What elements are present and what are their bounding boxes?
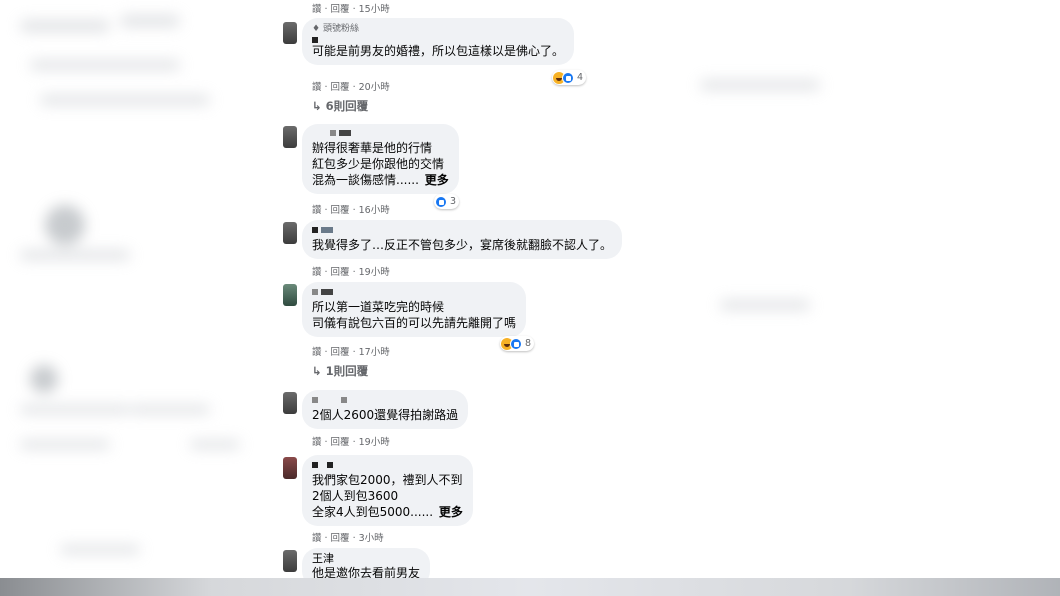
comment-text: 可能是前男友的婚禮，所以包這樣以是佛心了。 — [312, 44, 565, 58]
comment-bubble: 我覺得多了…反正不管包多少，宴席後就翻臉不認人了。 — [302, 220, 623, 259]
comment-feed: 讚 · 回覆 · 15小時 ♦ 頭號粉絲 可能是前男友的婚禮，所以包這樣以是佛心… — [280, 0, 660, 578]
like-icon — [435, 195, 447, 208]
top-fan-badge: ♦ 頭號粉絲 — [312, 24, 359, 34]
see-more-link[interactable]: 更多 — [439, 505, 463, 519]
comment-text: 全家4人到包5000...... 更多 — [312, 505, 463, 519]
avatar[interactable] — [283, 550, 297, 572]
avatar[interactable] — [283, 126, 297, 148]
avatar[interactable] — [283, 457, 297, 479]
comment-text: 所以第一道菜吃完的時候 — [312, 300, 445, 314]
reply-arrow-icon: ↳ — [312, 364, 322, 378]
avatar[interactable] — [283, 22, 297, 44]
comment-author-name-obscured[interactable] — [312, 225, 612, 237]
comment-meta[interactable]: 讚 · 回覆 · 19小時 — [312, 264, 390, 278]
reaction-summary[interactable]: 8 — [500, 336, 535, 351]
comment-text: 紅包多少是你跟他的交情 — [312, 157, 445, 171]
reaction-summary[interactable]: 4 — [552, 70, 587, 85]
comment-meta[interactable]: 讚 · 回覆 · 3小時 — [312, 530, 384, 544]
comment-meta[interactable]: 讚 · 回覆 · 15小時 — [312, 1, 390, 15]
reaction-count: 3 — [450, 196, 457, 207]
avatar[interactable] — [283, 222, 297, 244]
like-icon — [510, 337, 522, 350]
view-replies-link[interactable]: ↳ 6則回覆 — [312, 98, 368, 114]
comment-text: 他是邀你去看前男友 — [312, 566, 421, 578]
bottom-edge-bar — [0, 578, 1060, 596]
comment-text: 我覺得多了…反正不管包多少，宴席後就翻臉不認人了。 — [312, 238, 613, 252]
see-more-link[interactable]: 更多 — [425, 173, 449, 187]
comment-text: 2個人到包3600 — [312, 489, 399, 503]
reaction-count: 4 — [577, 72, 584, 83]
comment-bubble: 2個人2600還覺得拍謝路過 — [302, 390, 469, 429]
comment-author[interactable]: ♦ 頭號粉絲 — [312, 23, 564, 35]
comment-meta[interactable]: 讚 · 回覆 · 16小時 — [312, 202, 390, 216]
comment-text: 司儀有說包六百的可以先請先離開了嗎 — [312, 316, 517, 330]
comment-author-name-obscured[interactable] — [312, 287, 516, 299]
comment-meta[interactable]: 讚 · 回覆 · 17小時 — [312, 344, 390, 358]
reply-arrow-icon: ↳ — [312, 99, 322, 113]
blurred-background-left — [0, 0, 280, 596]
comment-bubble: 我們家包2000，禮到人不到 2個人到包3600 全家4人到包5000.....… — [302, 455, 473, 526]
comment-text: 2個人2600還覺得拍謝路過 — [312, 408, 459, 422]
reaction-summary[interactable]: 3 — [434, 194, 460, 209]
like-icon — [562, 71, 574, 84]
comment-author-name-obscured[interactable] — [312, 460, 463, 472]
comment-meta[interactable]: 讚 · 回覆 · 19小時 — [312, 434, 390, 448]
reaction-count: 8 — [525, 338, 532, 349]
blurred-background-right — [660, 0, 1060, 596]
comment-author-name-obscured[interactable] — [312, 128, 449, 140]
comment-author-name-obscured — [312, 35, 564, 43]
comment-text: 混為一談傷感情...... 更多 — [312, 173, 449, 187]
comment-text: 辦得很奢華是他的行情 — [312, 141, 433, 155]
comment-author-name-obscured[interactable] — [312, 395, 458, 407]
avatar[interactable] — [283, 392, 297, 414]
comment-bubble: 王津 他是邀你去看前男友 — [302, 548, 431, 578]
comment-meta[interactable]: 讚 · 回覆 · 20小時 — [312, 79, 390, 93]
comment-author[interactable]: 王津 — [312, 553, 420, 565]
comment-bubble: ♦ 頭號粉絲 可能是前男友的婚禮，所以包這樣以是佛心了。 — [302, 18, 575, 65]
comment-bubble: 辦得很奢華是他的行情 紅包多少是你跟他的交情 混為一談傷感情...... 更多 — [302, 124, 459, 194]
comment-text: 我們家包2000，禮到人不到 — [312, 473, 463, 487]
comment-bubble: 所以第一道菜吃完的時候 司儀有說包六百的可以先請先離開了嗎 — [302, 282, 527, 337]
avatar[interactable] — [283, 284, 297, 306]
view-replies-link[interactable]: ↳ 1則回覆 — [312, 363, 368, 379]
